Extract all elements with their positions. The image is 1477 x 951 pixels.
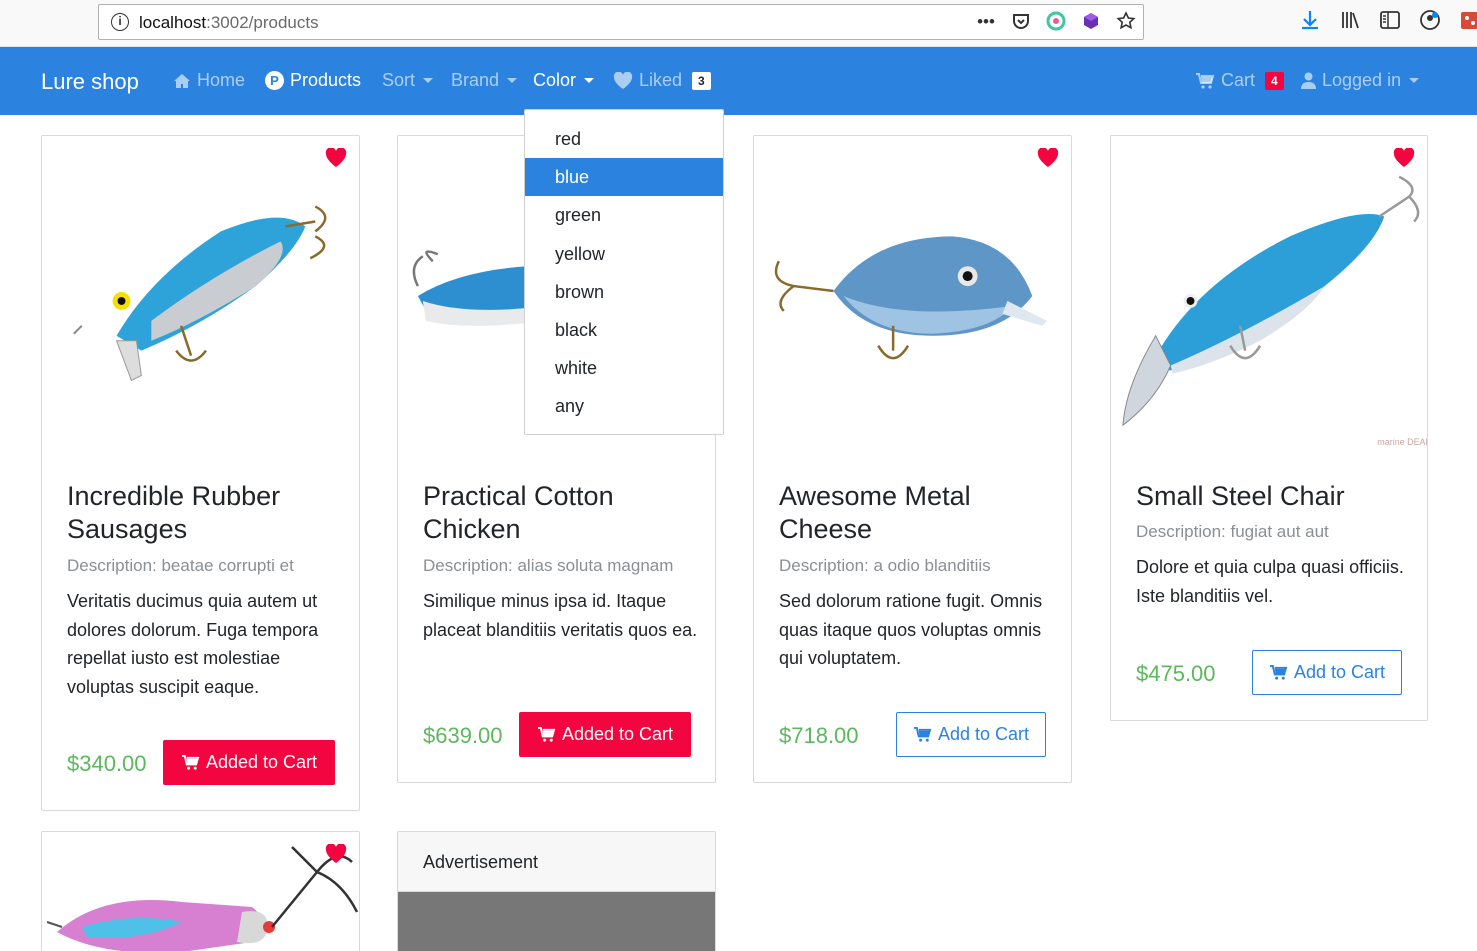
product-price: $639.00 — [423, 723, 503, 748]
color-option-green[interactable]: green — [525, 196, 723, 234]
chevron-down-icon — [1409, 78, 1420, 83]
nav-brand-dropdown[interactable]: Brand — [451, 70, 518, 91]
extension-puzzle-icon[interactable] — [1458, 9, 1477, 33]
product-price: $475.00 — [1136, 661, 1216, 686]
nav-liked-label: Liked — [639, 70, 683, 90]
product-price: $718.00 — [779, 723, 859, 748]
advertisement-card: Advertisement — [397, 831, 716, 951]
nav-brand-label: Brand — [451, 70, 500, 90]
brand-logo[interactable]: Lure shop — [41, 69, 139, 95]
chevron-down-icon — [423, 78, 434, 83]
product-description: Description: fugiat aut aut — [1136, 522, 1329, 541]
advertisement-body[interactable] — [398, 892, 715, 951]
product-body: Similique minus ipsa id. Itaque placeat … — [423, 591, 698, 640]
add-to-cart-button[interactable]: Add to Cart — [1252, 650, 1402, 695]
product-body: Veritatis ducimus quia autem ut dolores … — [67, 591, 319, 697]
color-option-blue[interactable]: blue — [525, 158, 723, 197]
product-description: Description: alias soluta magnam — [423, 556, 674, 575]
nav-home[interactable]: Home — [173, 70, 245, 91]
product-card: Incredible Rubber Sausages Description: … — [41, 135, 360, 811]
button-label: Added to Cart — [205, 752, 318, 772]
nav-products-label: Products — [290, 70, 362, 90]
color-option-any[interactable]: any — [525, 387, 723, 425]
product-card — [41, 831, 360, 951]
watermark-text: marine DEALS — [1377, 437, 1427, 447]
heart-icon[interactable] — [1393, 148, 1415, 168]
nav-products[interactable]: P Products — [265, 70, 361, 91]
heart-icon[interactable] — [325, 844, 347, 864]
cart-icon — [181, 754, 200, 770]
button-label: Added to Cart — [561, 724, 674, 744]
product-title: Incredible Rubber Sausages — [67, 481, 281, 544]
product-body: Sed dolorum ratione fugit. Omnis quas it… — [779, 591, 1043, 668]
cart-count-badge: 4 — [1265, 71, 1284, 90]
navbar: Lure shop Home P Products Sort Brand Col… — [0, 47, 1477, 115]
products-icon: P — [265, 71, 284, 90]
advertisement-title: Advertisement — [398, 832, 715, 892]
heart-icon — [613, 71, 633, 89]
lure-image — [774, 236, 1048, 360]
chevron-down-icon — [507, 78, 518, 83]
heart-icon[interactable] — [1037, 148, 1059, 168]
product-card: Awesome Metal Cheese Description: a odio… — [753, 135, 1072, 783]
lure-image: marine DEALS — [1122, 175, 1427, 447]
product-title: Small Steel Chair — [1136, 481, 1345, 511]
product-description: Description: beatae corrupti et — [67, 556, 294, 575]
add-to-cart-button[interactable]: Add to Cart — [896, 712, 1046, 757]
nav-sort-dropdown[interactable]: Sort — [382, 70, 434, 91]
extension-circle-icon[interactable] — [1045, 11, 1067, 33]
cart-icon — [1269, 664, 1288, 680]
user-icon — [1301, 72, 1316, 89]
nav-cart-label: Cart — [1221, 70, 1256, 90]
color-option-red[interactable]: red — [525, 120, 723, 158]
color-option-black[interactable]: black — [525, 311, 723, 349]
nav-sort-label: Sort — [382, 70, 416, 90]
url-text[interactable]: localhost:3002/products — [139, 13, 319, 33]
nav-user-label: Logged in — [1322, 70, 1402, 90]
color-option-brown[interactable]: brown — [525, 273, 723, 311]
product-title: Awesome Metal Cheese — [779, 481, 971, 544]
product-description: Description: a odio blanditiis — [779, 556, 991, 575]
library-icon[interactable] — [1338, 9, 1362, 33]
account-icon[interactable] — [1418, 9, 1442, 33]
browser-toolbar: i localhost:3002/products ••• — [0, 0, 1477, 47]
button-label: Add to Cart — [937, 724, 1030, 744]
heart-icon[interactable] — [325, 148, 347, 168]
color-option-yellow[interactable]: yellow — [525, 235, 723, 273]
nav-home-label: Home — [197, 70, 246, 90]
lure-image — [46, 846, 359, 951]
button-label: Add to Cart — [1293, 662, 1386, 682]
color-option-white[interactable]: white — [525, 349, 723, 387]
cart-icon — [537, 726, 556, 742]
download-icon[interactable] — [1298, 9, 1322, 33]
product-title: Practical Cotton Chicken — [423, 481, 614, 544]
product-price: $340.00 — [67, 751, 147, 776]
product-body: Dolore et quia culpa quasi officiis. Ist… — [1136, 557, 1404, 606]
nav-cart[interactable]: Cart 4 — [1195, 70, 1284, 91]
nav-color-dropdown[interactable]: Color — [533, 70, 595, 91]
added-to-cart-button[interactable]: Added to Cart — [163, 740, 335, 785]
nav-user-dropdown[interactable]: Logged in — [1301, 70, 1420, 91]
extension-cube-icon[interactable] — [1080, 11, 1102, 33]
bookmark-star-icon[interactable] — [1115, 11, 1137, 33]
chevron-down-icon — [584, 78, 595, 83]
lure-image — [73, 205, 327, 382]
pocket-icon[interactable] — [1010, 11, 1032, 33]
info-icon[interactable]: i — [111, 13, 129, 31]
nav-liked[interactable]: Liked 3 — [613, 70, 711, 91]
cart-icon — [1196, 72, 1215, 89]
product-card: marine DEALS Small Steel Chair Descripti… — [1110, 135, 1428, 721]
cart-icon — [913, 726, 932, 742]
more-actions-icon[interactable]: ••• — [975, 11, 997, 33]
url-bar[interactable]: i localhost:3002/products ••• — [98, 4, 1144, 40]
home-icon — [174, 73, 190, 88]
liked-count-badge: 3 — [692, 71, 711, 90]
nav-color-label: Color — [533, 70, 577, 90]
sidebar-icon[interactable] — [1378, 9, 1402, 33]
added-to-cart-button[interactable]: Added to Cart — [519, 712, 691, 757]
color-dropdown-menu: red blue green yellow brown black white … — [524, 109, 724, 435]
